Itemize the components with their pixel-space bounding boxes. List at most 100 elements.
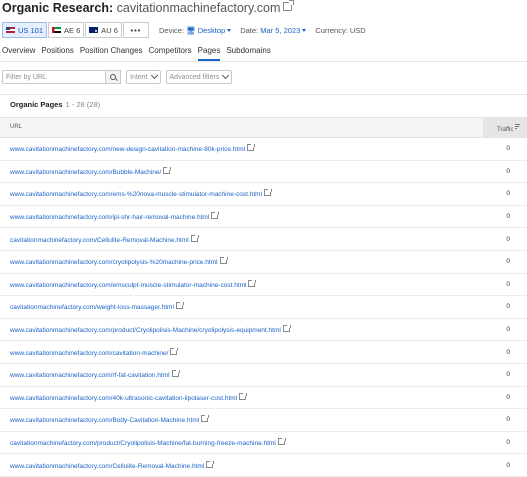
tab-subdomains[interactable]: Subdomains	[226, 45, 270, 61]
table-row: cavitationmachinefactory.com/Cellulite-R…	[0, 228, 527, 251]
external-link-icon[interactable]	[175, 302, 184, 310]
external-link-icon[interactable]	[163, 166, 172, 174]
traffic-cell: 0	[506, 439, 510, 447]
page-url-link[interactable]: www.cavitationmachinefactory.com/ipl-shr…	[10, 214, 209, 221]
page-url-link[interactable]: www.cavitationmachinefactory.com/cavitat…	[10, 350, 168, 357]
external-link-icon[interactable]	[219, 257, 228, 265]
search-icon	[110, 74, 116, 80]
external-link-icon[interactable]	[206, 460, 215, 468]
chevron-down-icon	[227, 28, 232, 32]
traffic-cell: 0	[506, 145, 510, 153]
table-body: www.cavitationmachinefactory.com/new-des…	[0, 138, 527, 477]
table-title-text: Organic Pages	[10, 100, 63, 109]
table-row: www.cavitationmachinefactory.com/ems-%20…	[0, 183, 527, 206]
intent-dropdown[interactable]: Intent	[126, 70, 161, 84]
external-link-icon[interactable]	[277, 438, 286, 446]
page-url-cell: www.cavitationmachinefactory.com/ems-%20…	[0, 189, 480, 198]
table-row: www.cavitationmachinefactory.com/Body-Ca…	[0, 409, 527, 432]
page-url-link[interactable]: www.cavitationmachinefactory.com/Body-Ca…	[10, 417, 199, 424]
table-row: www.cavitationmachinefactory.com/cryolip…	[0, 251, 527, 274]
device-value-text: Desktop	[197, 25, 226, 35]
database-au-label: AU 6	[101, 25, 118, 35]
url-filter-input[interactable]: Filter by URL	[2, 70, 106, 84]
traffic-cell: 0	[506, 326, 510, 334]
tab-position-changes[interactable]: Position Changes	[80, 45, 143, 61]
external-link-icon[interactable]	[201, 415, 210, 423]
table-header: URL Traffic	[0, 117, 527, 138]
page-url-link[interactable]: www.cavitationmachinefactory.com/ems-%20…	[10, 191, 262, 198]
table-title: Organic Pages 1 - 28 (28)	[0, 95, 527, 117]
page-url-cell: www.cavitationmachinefactory.com/new-des…	[0, 144, 480, 153]
database-ae-button[interactable]: AE 6	[48, 22, 85, 38]
page-url-link[interactable]: www.cavitationmachinefactory.com/emsculp…	[10, 282, 246, 289]
page-url-cell: cavitationmachinefactory.com/Cellulite-R…	[0, 234, 480, 244]
external-link-icon[interactable]	[282, 325, 291, 333]
page-url-link[interactable]: www.cavitationmachinefactory.com/Celluli…	[10, 463, 204, 470]
table-row: cavitationmachinefactory.com/weight-loss…	[0, 296, 527, 319]
traffic-header-label: Traffic	[497, 127, 514, 133]
database-bar: US 101 AE 6 AU 6 ••• Device: 🖥︎ Desktop …	[0, 21, 527, 39]
traffic-cell: 0	[506, 371, 510, 379]
external-link-icon[interactable]	[211, 212, 220, 220]
table-row: www.cavitationmachinefactory.com/Bubble-…	[0, 161, 527, 184]
database-au-button[interactable]: AU 6	[85, 22, 122, 38]
chevron-down-icon	[222, 71, 230, 80]
external-link-icon[interactable]	[190, 234, 199, 242]
currency-display: Currency: USD	[315, 26, 365, 35]
date-value[interactable]: Mar 5, 2023	[260, 26, 300, 35]
report-tabs: Overview Positions Position Changes Competi…	[0, 45, 527, 62]
page-url-link[interactable]: cavitationmachinefactory.com/weight-loss…	[10, 304, 174, 311]
page-title: Organic Research:	[2, 1, 114, 15]
traffic-cell: 0	[506, 416, 510, 424]
device-selector[interactable]: Device: 🖥︎ Desktop	[158, 25, 232, 35]
page-url-link[interactable]: www.cavitationmachinefactory.com/rf-fat-…	[10, 372, 170, 379]
page-url-link[interactable]: www.cavitationmachinefactory.com/40k-ult…	[10, 395, 237, 402]
traffic-cell: 0	[506, 167, 510, 175]
device-value[interactable]: 🖥︎ Desktop	[186, 26, 225, 35]
domain-name[interactable]: cavitationmachinefactory.com	[117, 1, 281, 15]
more-databases-button[interactable]: •••	[122, 22, 149, 38]
ae-flag-icon	[52, 27, 62, 33]
currency-value: USD	[349, 25, 366, 35]
external-link-icon[interactable]	[264, 189, 273, 197]
traffic-cell: 0	[506, 280, 510, 288]
page-url-link[interactable]: cavitationmachinefactory.com/product/Cry…	[10, 440, 276, 447]
external-link-icon[interactable]	[239, 392, 248, 400]
date-selector[interactable]: Date: Mar 5, 2023	[240, 26, 307, 35]
page-url-cell: www.cavitationmachinefactory.com/40k-ult…	[0, 392, 480, 402]
external-link-icon[interactable]	[170, 347, 179, 355]
tab-pages[interactable]: Pages	[197, 45, 221, 61]
page-url-link[interactable]: www.cavitationmachinefactory.com/product…	[10, 327, 281, 334]
database-us-button[interactable]: US 101	[2, 22, 48, 38]
table-range: 1 - 28 (28)	[65, 100, 101, 109]
page-url-cell: www.cavitationmachinefactory.com/rf-fat-…	[0, 370, 480, 379]
page-url-link[interactable]: www.cavitationmachinefactory.com/cryolip…	[10, 259, 218, 266]
external-link-icon[interactable]	[283, 0, 295, 11]
page-url-link[interactable]: cavitationmachinefactory.com/Cellulite-R…	[10, 237, 189, 244]
traffic-cell: 0	[506, 461, 510, 469]
us-flag-icon	[6, 27, 15, 33]
external-link-icon[interactable]	[247, 144, 256, 152]
external-link-icon[interactable]	[248, 279, 257, 287]
page-url-cell: www.cavitationmachinefactory.com/ipl-shr…	[0, 212, 480, 221]
page-url-cell: www.cavitationmachinefactory.com/emsculp…	[0, 279, 480, 289]
page-url-cell: www.cavitationmachinefactory.com/Celluli…	[0, 460, 480, 470]
page-header: Organic Research: cavitationmachinefacto…	[0, 0, 527, 17]
device-label: Device:	[158, 25, 184, 35]
tab-competitors[interactable]: Competitors	[149, 45, 192, 61]
tab-overview[interactable]: Overview	[2, 45, 35, 61]
page-url-link[interactable]: www.cavitationmachinefactory.com/Bubble-…	[10, 169, 161, 176]
page-url-link[interactable]: www.cavitationmachinefactory.com/new-des…	[10, 146, 245, 153]
database-us-label: US 101	[18, 25, 44, 35]
search-button[interactable]	[106, 70, 121, 84]
external-link-icon[interactable]	[171, 370, 180, 378]
au-flag-icon	[89, 27, 99, 33]
database-ae-label: AE 6	[64, 25, 81, 35]
advanced-filters-dropdown[interactable]: Advanced filters	[165, 70, 233, 84]
traffic-cell: 0	[506, 348, 510, 356]
page-url-cell: www.cavitationmachinefactory.com/Body-Ca…	[0, 415, 480, 424]
sort-icon[interactable]	[515, 124, 521, 130]
traffic-column-header[interactable]: Traffic	[483, 118, 527, 137]
page-url-cell: www.cavitationmachinefactory.com/Bubble-…	[0, 166, 480, 176]
tab-positions[interactable]: Positions	[41, 45, 73, 61]
